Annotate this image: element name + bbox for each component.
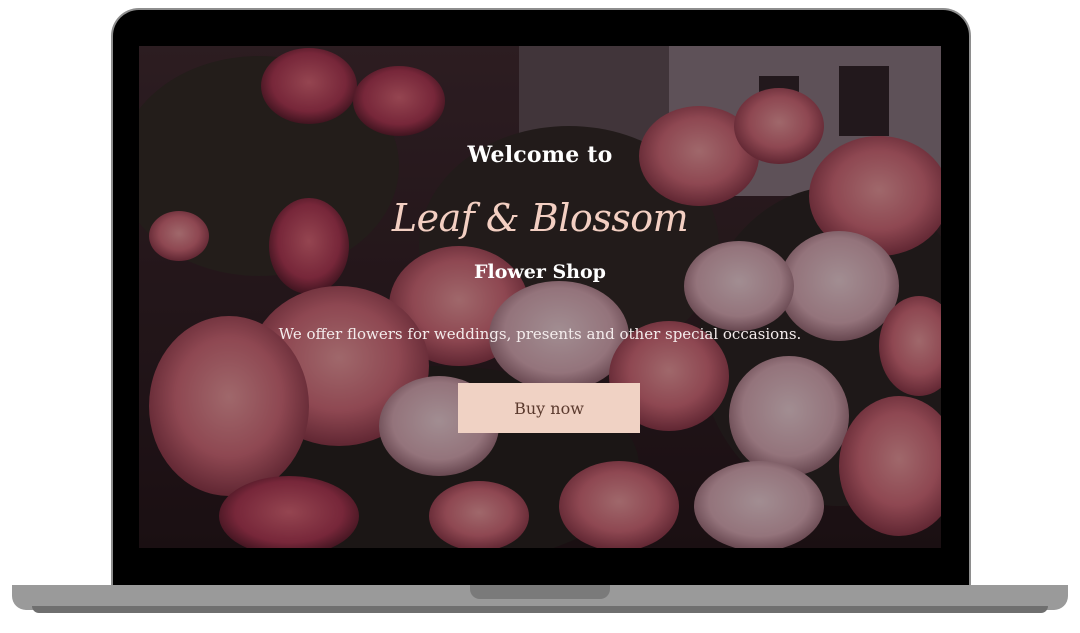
hero-tagline: We offer flowers for weddings, presents … xyxy=(278,325,802,343)
laptop-mockup: Welcome to Leaf & Blossom Flower Shop We… xyxy=(0,0,1080,633)
brand-logo-text: Leaf & Blossom xyxy=(391,196,689,240)
welcome-heading: Welcome to xyxy=(467,142,613,168)
shop-subtitle: Flower Shop xyxy=(474,261,606,283)
laptop-base-shadow xyxy=(32,606,1048,613)
website-screen: Welcome to Leaf & Blossom Flower Shop We… xyxy=(139,46,941,548)
buy-now-button[interactable]: Buy now xyxy=(458,383,640,433)
laptop-opening-notch xyxy=(470,585,610,599)
hero-section: Welcome to Leaf & Blossom Flower Shop We… xyxy=(139,46,941,548)
